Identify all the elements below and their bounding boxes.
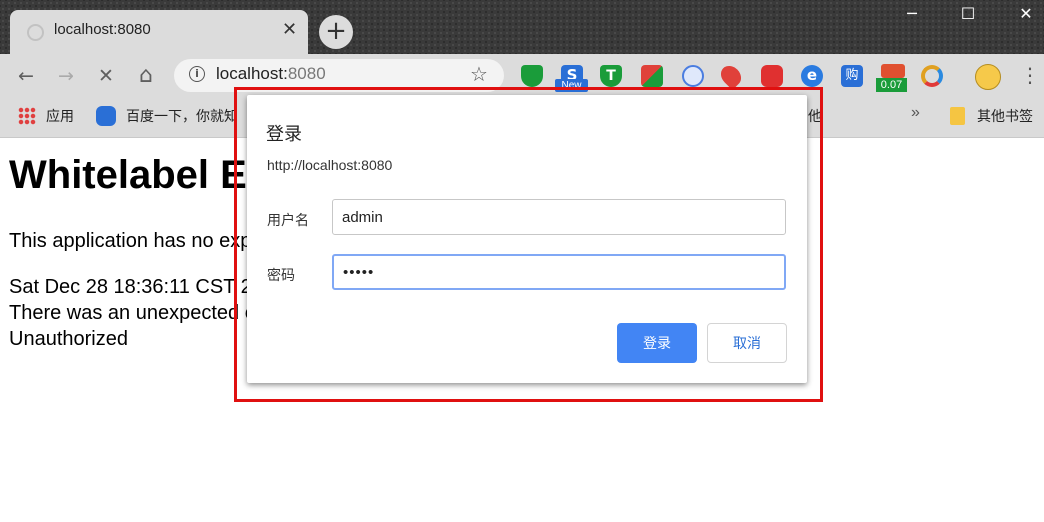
flag-icon[interactable] [881, 64, 905, 78]
glasses-icon[interactable] [761, 65, 783, 87]
minimize-button[interactable]: ─ [892, 4, 932, 24]
apps-grid-icon [18, 107, 36, 125]
baidu-paw-icon [96, 106, 116, 126]
home-button[interactable]: ⌂ [133, 63, 159, 89]
dialog-title: 登录 [266, 124, 302, 145]
bookmark-other[interactable]: 其他书签 [977, 106, 1033, 126]
folder-icon [950, 107, 965, 125]
shield-icon[interactable] [521, 65, 543, 87]
page-line-unauthorized: Unauthorized [9, 328, 128, 350]
loading-spinner-icon [27, 24, 44, 41]
back-button[interactable]: ← [13, 63, 39, 89]
tab-close-icon[interactable]: ✕ [282, 19, 297, 41]
new-tab-button[interactable]: + [319, 15, 353, 49]
info-icon[interactable]: i [189, 66, 205, 82]
login-button[interactable]: 登录 [617, 323, 697, 363]
tag-icon[interactable] [682, 65, 704, 87]
dialog-origin: http://localhost:8080 [267, 157, 393, 173]
menu-icon[interactable]: ⋮ [1020, 62, 1040, 88]
maximize-button[interactable]: ☐ [948, 4, 988, 24]
download-icon[interactable] [641, 65, 663, 87]
url-port: 8080 [287, 64, 326, 83]
bookmark-apps[interactable]: 应用 [46, 106, 74, 126]
username-field[interactable] [332, 199, 786, 235]
forward-button[interactable]: → [53, 63, 79, 89]
price-badge: 0.07 [876, 78, 907, 92]
t-icon[interactable]: T [600, 65, 622, 87]
shop-icon[interactable]: 购 [841, 65, 863, 87]
c-icon[interactable] [921, 65, 943, 87]
password-label: 密码 [267, 268, 295, 284]
search-ext-icon[interactable]: e [801, 65, 823, 87]
stop-button[interactable]: ✕ [93, 63, 119, 89]
password-field[interactable] [332, 254, 786, 290]
window-close-button[interactable]: ✕ [1006, 4, 1044, 24]
cancel-button[interactable]: 取消 [707, 323, 787, 363]
bookmark-star-icon[interactable]: ☆ [470, 62, 488, 86]
bookmark-baidu[interactable]: 百度一下，你就知 [126, 106, 238, 126]
url-host: localhost: [216, 64, 288, 83]
profile-avatar[interactable] [975, 64, 1001, 90]
username-label: 用户名 [267, 213, 309, 229]
url-text[interactable]: localhost:8080 [216, 64, 326, 84]
tab-title: localhost:8080 [54, 21, 151, 38]
bookmarks-more-icon[interactable]: » [911, 104, 920, 122]
